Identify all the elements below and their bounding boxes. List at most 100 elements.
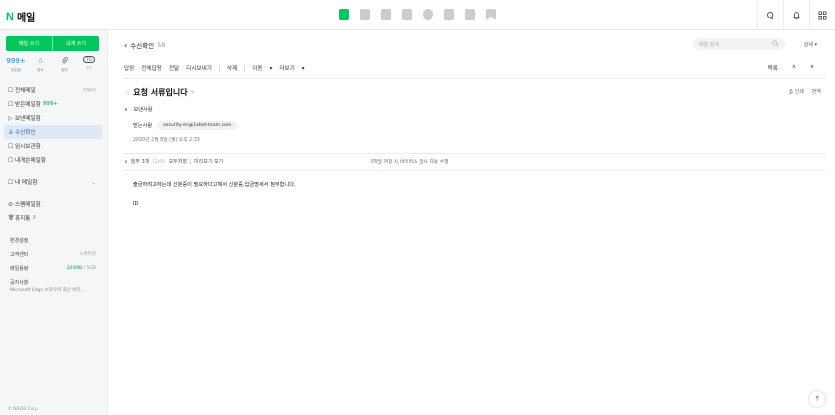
important-filter[interactable]: ☆ 중요 xyxy=(30,56,50,73)
sidebar-item-read-receipt[interactable]: ♙ 수신확인 xyxy=(4,125,102,139)
divider xyxy=(124,153,827,154)
folder-icon: ☐ xyxy=(8,178,14,186)
sidebar-item-spam[interactable]: ⊘ 스팸메일함 xyxy=(0,197,108,211)
sidebar-item-sent[interactable]: ▷ 보낸메일함 xyxy=(0,111,108,125)
self-mail-button[interactable]: 내게 쓰기 xyxy=(52,36,99,51)
mail-view: ‹ 수신확인 58 메일 검색 상세 ▾ 답장 전체답장 전달 다시보내기 삭제… xyxy=(108,30,835,415)
sidebar-item-all-mail[interactable]: ☐ 전체메일 전체읽기 xyxy=(0,83,108,97)
attachment-size: (1kB) xyxy=(152,158,166,165)
preview-button[interactable]: 미리보기 보기 xyxy=(194,158,223,165)
calendar-app-icon[interactable] xyxy=(360,9,370,20)
naver-mail-logo[interactable]: N 메일 xyxy=(6,9,36,25)
attachment-filter[interactable]: 첨부 xyxy=(55,56,75,73)
paperclip-icon xyxy=(61,56,69,65)
reply-button[interactable]: 답장 xyxy=(124,64,134,72)
sidebar-item-trash[interactable]: 🗑 휴지통 8 xyxy=(0,211,108,225)
search-input[interactable]: 메일 검색 xyxy=(693,38,785,50)
mail-subject: ☆ 요청 서류입니다 ✎ xyxy=(124,87,195,98)
notice-title[interactable]: 공지사항 xyxy=(0,275,108,289)
contacts-app-icon[interactable] xyxy=(381,9,391,20)
notes-app-icon[interactable] xyxy=(465,9,475,20)
mail-body-line: ID xyxy=(133,201,139,207)
spam-icon: ⊘ xyxy=(8,200,14,208)
capacity-value: 204MB / 5GB xyxy=(67,266,96,271)
chevron-down-icon[interactable]: ∨ xyxy=(810,64,814,72)
forward-button[interactable]: 전달 xyxy=(169,64,179,72)
naver-n-logo: N xyxy=(6,10,14,23)
important-label: 중요 xyxy=(37,68,44,72)
customer-center-link[interactable]: 고객센터 스마트봇 xyxy=(0,247,108,261)
back-icon[interactable]: ‹ xyxy=(124,41,127,50)
star-icon[interactable]: ☆ xyxy=(124,89,130,97)
sidebar-item-my-folders[interactable]: ☐ 내 메일함 ⌄ xyxy=(0,175,108,189)
subject-text: 요청 서류입니다 xyxy=(133,88,188,97)
sidebar-item-self-mail[interactable]: ☐ 내게쓴메일함 xyxy=(0,153,108,167)
read-all-button[interactable]: 전체읽기 xyxy=(83,88,96,93)
sidebar-item-label: 보낸메일함 xyxy=(15,116,41,122)
detail-search-button[interactable]: 상세 ▾ xyxy=(804,41,817,48)
read-receipt-icon: ♙ xyxy=(8,128,14,136)
print-button[interactable]: ⎙ 인쇄 xyxy=(789,88,804,95)
from-label: 보낸사람 xyxy=(133,107,153,113)
sidebar-item-label: 스팸메일함 xyxy=(15,202,41,208)
folder-menu: ☐ 전체메일 전체읽기 ☐ 받은메일함 999+ ▷ 보낸메일함 ♙ 수신확인 … xyxy=(0,83,108,293)
capacity-total: / 5GB xyxy=(83,265,96,271)
header-right-icons xyxy=(757,0,835,30)
memo-app-icon[interactable] xyxy=(402,9,412,20)
translate-button[interactable]: 번역 xyxy=(812,88,821,95)
bookmark-app-icon[interactable] xyxy=(486,9,496,20)
sidebar-item-label: 받은메일함 xyxy=(15,102,41,108)
detail-label: 상세 xyxy=(803,42,813,48)
search-icon[interactable] xyxy=(772,39,779,49)
mail-app-icon[interactable] xyxy=(339,9,349,20)
quick-filters: 999+ 안읽음 ☆ 중요 첨부 TO TO xyxy=(6,56,99,73)
recipient-chip[interactable]: security-en@1xbet-team.com xyxy=(157,121,238,130)
toolbar-divider xyxy=(244,64,246,72)
move-button[interactable]: 이동 ▾ xyxy=(252,64,272,72)
chevron-down-icon[interactable]: ⌄ xyxy=(91,179,96,186)
copyright: © NAVER Corp. xyxy=(8,406,39,411)
bell-icon[interactable] xyxy=(783,0,809,30)
list-button[interactable]: 목록 xyxy=(767,64,777,72)
delete-button[interactable]: 삭제 xyxy=(227,64,237,72)
scroll-top-button[interactable]: ⤒ xyxy=(809,391,825,407)
drive-app-icon[interactable] xyxy=(423,9,433,20)
unread-filter[interactable]: 999+ 안읽음 xyxy=(6,56,26,73)
mail-icon: ☐ xyxy=(8,86,14,94)
sidebar-item-drafts[interactable]: ☐ 임시보관함 xyxy=(0,139,108,153)
move-label: 이동 xyxy=(252,66,263,72)
compose-buttons: 메일 쓰기 내게 쓰기 xyxy=(6,36,99,51)
grid-icon[interactable] xyxy=(809,0,835,30)
sender-toggle[interactable]: ∧ 보낸사람 xyxy=(124,106,153,113)
attachment-count[interactable]: 첨부 3개 xyxy=(131,158,150,165)
sidebar: 메일 쓰기 내게 쓰기 999+ 안읽음 ☆ 중요 첨부 TO TO ☐ 전체메… xyxy=(0,30,108,415)
resend-button[interactable]: 다시보내기 xyxy=(186,64,212,72)
recipient-row: 받는사람 security-en@1xbet-team.com xyxy=(133,121,238,130)
sidebar-item-label: 내 메일함 xyxy=(15,180,38,186)
mail-toolbar: 답장 전체답장 전달 다시보내기 삭제 이동 ▾ 더보기 ▾ 목록 ∧ ∨ xyxy=(124,64,821,72)
chevron-up-icon[interactable]: ∧ xyxy=(792,64,796,72)
to-me-filter[interactable]: TO TO xyxy=(79,56,99,73)
smartbot-link[interactable]: 스마트봇 xyxy=(79,251,96,257)
search-placeholder: 메일 검색 xyxy=(699,41,719,48)
reply-all-button[interactable]: 전체답장 xyxy=(141,64,162,72)
to-label: 받는사람 xyxy=(133,123,153,129)
virus-text: 파일 저장 시 바이러스 검사 자동 수행 xyxy=(373,160,449,165)
settings-link[interactable]: 환경설정 xyxy=(0,233,108,247)
chat-icon[interactable] xyxy=(757,0,783,30)
todo-app-icon[interactable] xyxy=(444,9,454,20)
mail-date: 2020년 2월 8일 (월) 오후 2:33 xyxy=(133,138,200,143)
unread-label: 안읽음 xyxy=(11,68,21,72)
unread-count: 999+ xyxy=(6,56,26,65)
edit-subject-icon[interactable]: ✎ xyxy=(191,90,195,96)
mail-title: 메일 xyxy=(16,13,36,24)
save-all-button[interactable]: 모두저장 xyxy=(169,158,187,165)
compose-button[interactable]: 메일 쓰기 xyxy=(6,36,52,51)
virus-notice: !파일 저장 시 바이러스 검사 자동 수행 xyxy=(371,158,449,165)
attachment-label: 첨부 xyxy=(61,68,68,72)
chevron-down-icon[interactable]: ∨ xyxy=(124,159,128,165)
sidebar-item-label: 휴지통 xyxy=(15,216,31,222)
sidebar-item-inbox[interactable]: ☐ 받은메일함 999+ xyxy=(0,97,108,111)
more-button[interactable]: 더보기 ▾ xyxy=(279,64,304,72)
top-bar: N 메일 xyxy=(0,0,835,30)
